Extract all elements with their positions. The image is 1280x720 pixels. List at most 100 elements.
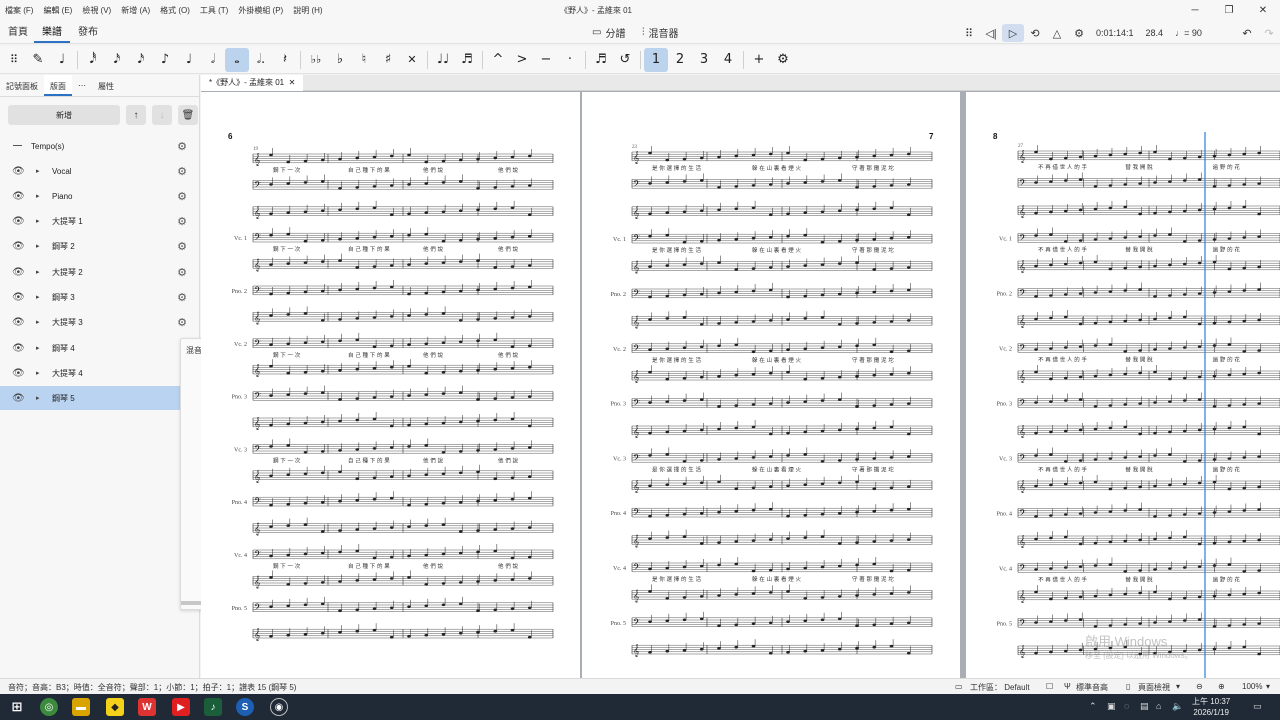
voice-1-button[interactable]: 1 [644,47,668,72]
network-icon[interactable]: ⌂ [1156,701,1161,711]
tab-home[interactable]: 首頁 [0,23,36,43]
workspace-selector[interactable]: 工作區： Default [970,682,1030,693]
expand-arrow-icon[interactable]: ▸ [36,192,40,200]
note-input-pen-icon[interactable]: ✎ [26,48,50,72]
menu-file[interactable]: 檔案 (F) [0,5,38,16]
obs-icon[interactable]: ◉ [270,698,288,716]
menu-view[interactable]: 檢視 (V) [77,5,116,16]
concert-pitch-checkbox[interactable]: ☐ [1046,682,1053,691]
toolbar-drag-icon[interactable]: ⠿ [2,48,26,72]
score-page[interactable]: 8 𝄞 不 再 借 世 人 的 手替 我 開 脫遍 野 的 花 𝄢 𝄞 𝄢 Vc. 1不 … [966,92,1280,678]
gear-icon[interactable]: ⚙ [174,163,190,179]
wps-icon[interactable]: W [138,698,156,716]
gear-icon[interactable]: ⚙ [174,188,190,204]
score-page[interactable]: 6 𝄞 鋼 下 一 次自 己 種 下 的 果他 們 說他 們 說 𝄢 𝄞 𝄢 Vc. 1鋼… [201,92,580,678]
menu-edit[interactable]: 編輯 (E) [38,5,77,16]
move-down-icon[interactable]: ↓ [152,105,172,125]
tray-app-icon[interactable]: ◌ [1124,701,1129,711]
redo-icon[interactable]: ↷ [1258,24,1280,42]
slur-icon[interactable]: ♬ [455,48,479,72]
voice-3-button[interactable]: 3 [692,48,716,72]
eye-icon[interactable]: 👁 [12,216,25,227]
tray-app-icon[interactable]: ▤ [1140,701,1149,712]
zoom-out-icon[interactable]: ⊖ [1196,682,1203,691]
musescore-icon[interactable]: S [236,698,254,716]
play-icon[interactable]: ▷ [1002,24,1024,42]
zoom-in-icon[interactable]: ⊕ [1218,682,1225,691]
marcato-icon[interactable]: ^ [486,48,510,72]
instrument-row[interactable]: 👁 ▸ 鋼琴 4 [0,336,199,360]
eye-icon[interactable]: 👁 [12,241,25,252]
duration-half-icon[interactable]: 𝅗𝅥 [201,48,225,72]
mixer-button[interactable]: ⫶ 混音器 [642,25,679,40]
eye-icon[interactable]: 👁 [12,317,25,328]
expand-arrow-icon[interactable]: ▸ [36,394,40,402]
duration-16th-icon[interactable]: 𝅘𝅥𝅯 [129,48,153,72]
instrument-row[interactable]: 👁 ▸ 鋼琴 2 ⚙ [0,234,199,258]
duration-quarter-icon[interactable]: ♩ [177,48,201,72]
staccato-icon[interactable]: · [558,48,582,72]
volume-icon[interactable]: 🔈 [1172,701,1183,712]
parts-button[interactable]: ▭ 分譜 [592,25,625,40]
eye-icon[interactable]: 👁 [12,368,25,379]
notification-icon[interactable]: ▭ [1253,701,1262,712]
accent-icon[interactable]: > [510,48,534,72]
eye-icon[interactable]: 👁 [12,191,25,202]
expand-arrow-icon[interactable]: ▸ [36,268,40,276]
move-up-icon[interactable]: ↑ [126,105,146,125]
tray-app-icon[interactable]: ▣ [1107,701,1116,712]
double-sharp-icon[interactable]: ✕ [400,48,424,72]
close-button[interactable]: ✕ [1246,0,1280,20]
score-view[interactable]: *《野人》- 孟維來 01 ✕ 6 𝄞 鋼 下 一 次自 己 種 下 的 果他 們… [201,75,1280,678]
duration-32nd-icon[interactable]: 𝅘𝅥𝅯 [105,48,129,72]
instrument-row[interactable]: 👁 ▸ 大提琴 3 ⚙ [0,310,199,334]
minimize-button[interactable]: ─ [1178,0,1212,20]
system-clock[interactable]: 上午 10:37 2026/1/19 [1192,696,1230,718]
duration-64th-icon[interactable]: 𝅘𝅥𝅰 [81,48,105,72]
score-page[interactable]: 7 𝄞 是 你 選 擇 的 生 活躲 在 山 裏 看 煙 火守 著 那 攤 泥 坨… [582,92,960,678]
expand-arrow-icon[interactable]: ▸ [36,167,40,175]
natural-icon[interactable]: ♮ [352,48,376,72]
tie-icon[interactable]: ♩♩ [431,48,455,72]
expand-arrow-icon[interactable]: ▸ [36,217,40,225]
expand-arrow-icon[interactable]: ▸ [36,318,40,326]
instrument-row[interactable]: 👁 ▸ Vocal ⚙ [0,159,199,183]
flat-icon[interactable]: ♭ [328,48,352,72]
expand-arrow-icon[interactable]: ▸ [36,293,40,301]
gear-icon[interactable]: ⚙ [174,289,190,305]
flip-direction-icon[interactable]: ↺ [613,48,637,72]
sharp-icon[interactable]: ♯ [376,48,400,72]
playback-settings-icon[interactable]: ⚙ [1068,24,1090,42]
instrument-row-selected[interactable]: 👁 ▸ 鋼琴 5 [0,386,199,410]
note-input-mode-icon[interactable]: ♩ [50,48,74,72]
menu-tools[interactable]: 工具 (T) [195,5,233,16]
eye-icon[interactable]: 👁 [12,267,25,278]
app-icon[interactable]: ◆ [106,698,124,716]
instrument-row[interactable]: 👁 ▸ 大提琴 2 ⚙ [0,260,199,284]
duration-eighth-icon[interactable]: ♪ [153,48,177,72]
toolbar-settings-icon[interactable]: ⚙ [771,48,795,72]
document-tab[interactable]: *《野人》- 孟維來 01 ✕ [201,75,304,91]
zoom-level[interactable]: 100% [1242,682,1262,691]
file-explorer-icon[interactable]: ▬ [72,698,90,716]
chrome-icon[interactable]: ◎ [40,698,58,716]
gear-icon[interactable]: ⚙ [174,213,190,229]
instrument-row-tempo[interactable]: Tempo(s) ⚙ [0,134,199,158]
menu-format[interactable]: 格式 (O) [155,5,195,16]
drag-handle-icon[interactable]: ⠿ [958,24,980,42]
gear-icon[interactable]: ⚙ [174,314,190,330]
rest-icon[interactable]: 𝄽 [273,48,297,72]
eye-icon[interactable]: 👁 [12,343,25,354]
chevron-down-icon[interactable]: ▾ [1266,682,1270,691]
duration-whole-icon[interactable]: 𝅝 [225,47,249,72]
instrument-row[interactable]: 👁 ▸ 大提琴 1 ⚙ [0,209,199,233]
new-instrument-button[interactable]: 新增 [8,105,120,125]
tab-properties[interactable]: 屬性 [92,75,120,96]
menu-add[interactable]: 新增 (A) [116,5,155,16]
add-icon[interactable]: + [747,48,771,72]
eye-icon[interactable]: 👁 [12,292,25,303]
menu-plugins[interactable]: 外掛模組 (P) [233,5,288,16]
gear-icon[interactable]: ⚙ [174,264,190,280]
page-view-dropdown[interactable]: 頁面檢視 [1138,682,1170,693]
instrument-row[interactable]: 👁 ▸ 鋼琴 3 ⚙ [0,285,199,309]
